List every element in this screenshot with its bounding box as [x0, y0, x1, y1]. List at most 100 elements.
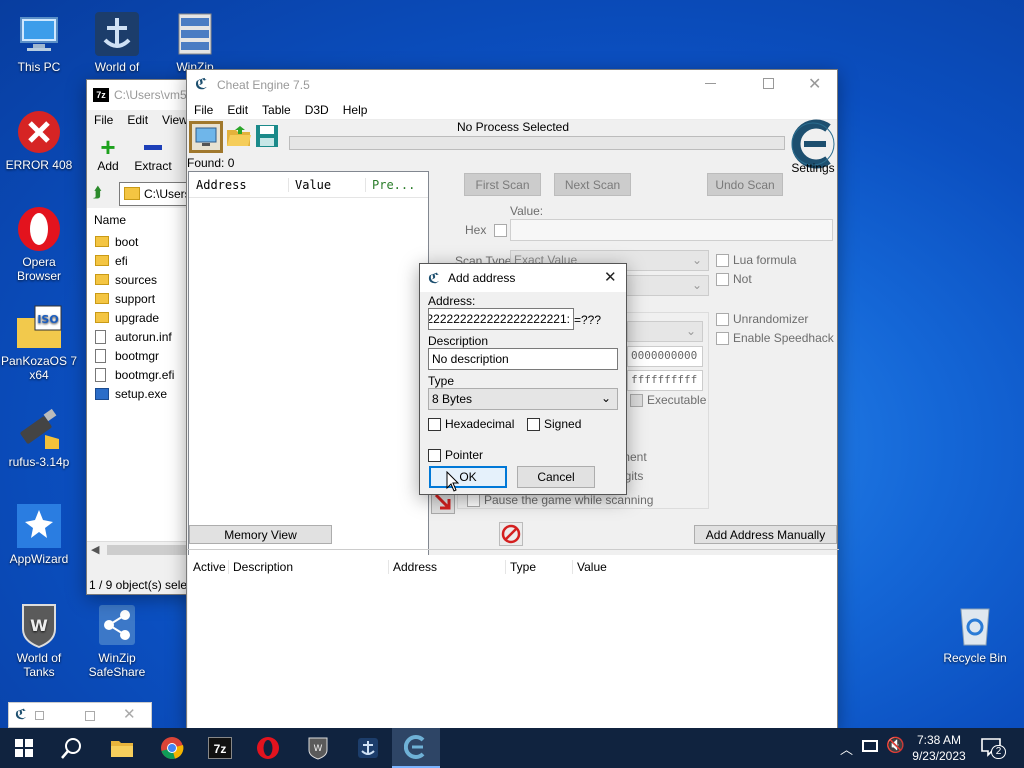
- list-item[interactable]: boot: [87, 232, 195, 251]
- taskbar-world-of-tanks[interactable]: W: [294, 728, 342, 768]
- col-value[interactable]: Value: [289, 177, 366, 192]
- ce-logo-settings[interactable]: Settings: [787, 118, 839, 175]
- ce-menu-table[interactable]: Table: [255, 103, 298, 117]
- desktop-icon-world-of-tanks[interactable]: W World of Tanks: [0, 601, 78, 679]
- close-icon[interactable]: ✕: [123, 705, 136, 723]
- list-item[interactable]: efi: [87, 251, 195, 270]
- taskbar-world-of-warships[interactable]: [344, 728, 392, 768]
- desktop-icon-winzip-safeshare[interactable]: WinZip SafeShare: [78, 601, 156, 679]
- col-description[interactable]: Description: [229, 559, 389, 574]
- found-address-list[interactable]: Address Value Pre...: [188, 171, 429, 585]
- maximize-icon[interactable]: [763, 78, 774, 89]
- list-item[interactable]: setup.exe: [87, 384, 195, 403]
- ce-menu-help[interactable]: Help: [336, 103, 375, 117]
- list-item[interactable]: bootmgr.efi: [87, 365, 195, 384]
- stop-icon[interactable]: [499, 522, 523, 546]
- memory-region-select[interactable]: ⌄: [627, 321, 703, 342]
- col-type[interactable]: Type: [506, 559, 573, 574]
- restore-icon[interactable]: [35, 711, 44, 720]
- lua-formula-option[interactable]: Lua formula: [716, 253, 796, 268]
- zip-hscroll[interactable]: ◀: [87, 541, 195, 558]
- zip-menu-edit[interactable]: Edit: [120, 113, 155, 127]
- pause-game-checkbox[interactable]: [467, 494, 480, 508]
- cancel-button[interactable]: Cancel: [517, 466, 595, 488]
- close-icon[interactable]: ✕: [808, 74, 821, 94]
- desktop-icon-world-of-warships[interactable]: World of Warships: [78, 10, 156, 74]
- cheat-table[interactable]: Active Description Address Type Value: [188, 555, 837, 729]
- memory-view-button[interactable]: Memory View: [189, 525, 332, 544]
- not-checkbox[interactable]: [716, 273, 729, 287]
- desktop-icon-this-pc[interactable]: This PC: [0, 10, 78, 74]
- desktop-icon-pankozaos[interactable]: ISO PanKozaOS 7 x64: [0, 304, 78, 382]
- network-icon[interactable]: [862, 740, 878, 752]
- pointer-checkbox[interactable]: [428, 449, 441, 463]
- start-address-input[interactable]: 0000000000: [627, 346, 703, 367]
- signed-checkbox[interactable]: [527, 418, 540, 432]
- executable-option[interactable]: Executable: [630, 393, 706, 408]
- unrandomizer-checkbox[interactable]: [716, 313, 729, 327]
- ok-button[interactable]: OK: [429, 466, 507, 488]
- mini-window[interactable]: ℭ ✕: [8, 702, 152, 728]
- first-scan-button[interactable]: First Scan: [464, 173, 541, 196]
- close-icon[interactable]: ✕: [604, 268, 617, 286]
- search-button[interactable]: [48, 728, 96, 768]
- volume-muted-icon[interactable]: 🔇: [886, 736, 905, 754]
- zip-titlebar[interactable]: 7z C:\Users\vm5: [87, 80, 195, 110]
- hex-checkbox[interactable]: [493, 224, 507, 238]
- notification-center[interactable]: 2: [980, 736, 1010, 760]
- speedhack-checkbox[interactable]: [716, 332, 729, 346]
- tray-chevron-up-icon[interactable]: ︿: [840, 739, 853, 758]
- ce-menu-d3d[interactable]: D3D: [298, 103, 336, 117]
- desktop-icon-opera[interactable]: Opera Browser: [0, 205, 78, 283]
- minimize-icon[interactable]: [705, 83, 716, 84]
- desktop-icon-recycle-bin[interactable]: Recycle Bin: [936, 601, 1014, 665]
- stop-address-input[interactable]: ffffffffff: [627, 370, 703, 391]
- zip-window[interactable]: 7z C:\Users\vm5 File Edit View + Add Ext…: [86, 79, 196, 595]
- desktop-icon-rufus[interactable]: rufus-3.14p: [0, 405, 78, 469]
- scroll-left-icon[interactable]: ◀: [91, 543, 99, 556]
- desktop-icon-winzip[interactable]: WinZip: [156, 10, 234, 74]
- splitter[interactable]: [187, 549, 839, 554]
- list-item[interactable]: autorun.inf: [87, 327, 195, 346]
- dialog-type-select[interactable]: 8 Bytes ⌄: [428, 388, 618, 410]
- speedhack-option[interactable]: Enable Speedhack: [716, 331, 834, 346]
- list-item[interactable]: support: [87, 289, 195, 308]
- list-item[interactable]: upgrade: [87, 308, 195, 327]
- taskbar-7zip[interactable]: 7z: [196, 728, 244, 768]
- col-previous[interactable]: Pre...: [366, 178, 415, 192]
- lua-formula-checkbox[interactable]: [716, 254, 729, 268]
- desktop-icon-appwizard[interactable]: AppWizard: [0, 502, 78, 566]
- col-table-value[interactable]: Value: [573, 560, 607, 574]
- unrandomizer-option[interactable]: Unrandomizer: [716, 312, 808, 327]
- ce-menu-file[interactable]: File: [187, 103, 220, 117]
- pause-game-option[interactable]: Pause the game while scanning: [467, 493, 653, 508]
- taskbar-chrome[interactable]: [148, 728, 196, 768]
- undo-scan-button[interactable]: Undo Scan: [707, 173, 783, 196]
- not-option[interactable]: Not: [716, 272, 752, 287]
- next-scan-button[interactable]: Next Scan: [554, 173, 631, 196]
- executable-checkbox[interactable]: [630, 394, 643, 408]
- zip-up-icon[interactable]: ⮭: [93, 184, 102, 201]
- dialog-address-input[interactable]: :2222222222222222222221: [428, 308, 574, 330]
- scroll-thumb[interactable]: [107, 545, 191, 555]
- clock[interactable]: 7:38 AM 9/23/2023: [908, 732, 970, 764]
- zip-add-button[interactable]: + Add: [95, 134, 121, 173]
- taskbar-file-explorer[interactable]: [98, 728, 146, 768]
- add-address-dialog[interactable]: ℭ Add address ✕ Address: :22222222222222…: [419, 263, 627, 495]
- ce-menu-edit[interactable]: Edit: [220, 103, 255, 117]
- hexadecimal-option[interactable]: Hexadecimal: [428, 417, 514, 432]
- taskbar-opera[interactable]: [244, 728, 292, 768]
- maximize-icon[interactable]: [85, 711, 95, 721]
- zip-extract-button[interactable]: Extract: [131, 135, 175, 173]
- desktop-icon-error-408[interactable]: ERROR 408: [0, 108, 78, 172]
- list-item[interactable]: bootmgr: [87, 346, 195, 365]
- col-active[interactable]: Active: [188, 559, 229, 574]
- zip-column-name[interactable]: Name: [87, 208, 195, 232]
- hexadecimal-checkbox[interactable]: [428, 418, 441, 432]
- signed-option[interactable]: Signed: [527, 417, 581, 432]
- taskbar-cheat-engine[interactable]: [392, 728, 440, 768]
- ce-titlebar[interactable]: ℭ Cheat Engine 7.5 ✕: [187, 70, 837, 100]
- list-item[interactable]: sources: [87, 270, 195, 289]
- dialog-description-input[interactable]: No description: [428, 348, 618, 370]
- zip-path-field[interactable]: C:\Users: [119, 182, 195, 206]
